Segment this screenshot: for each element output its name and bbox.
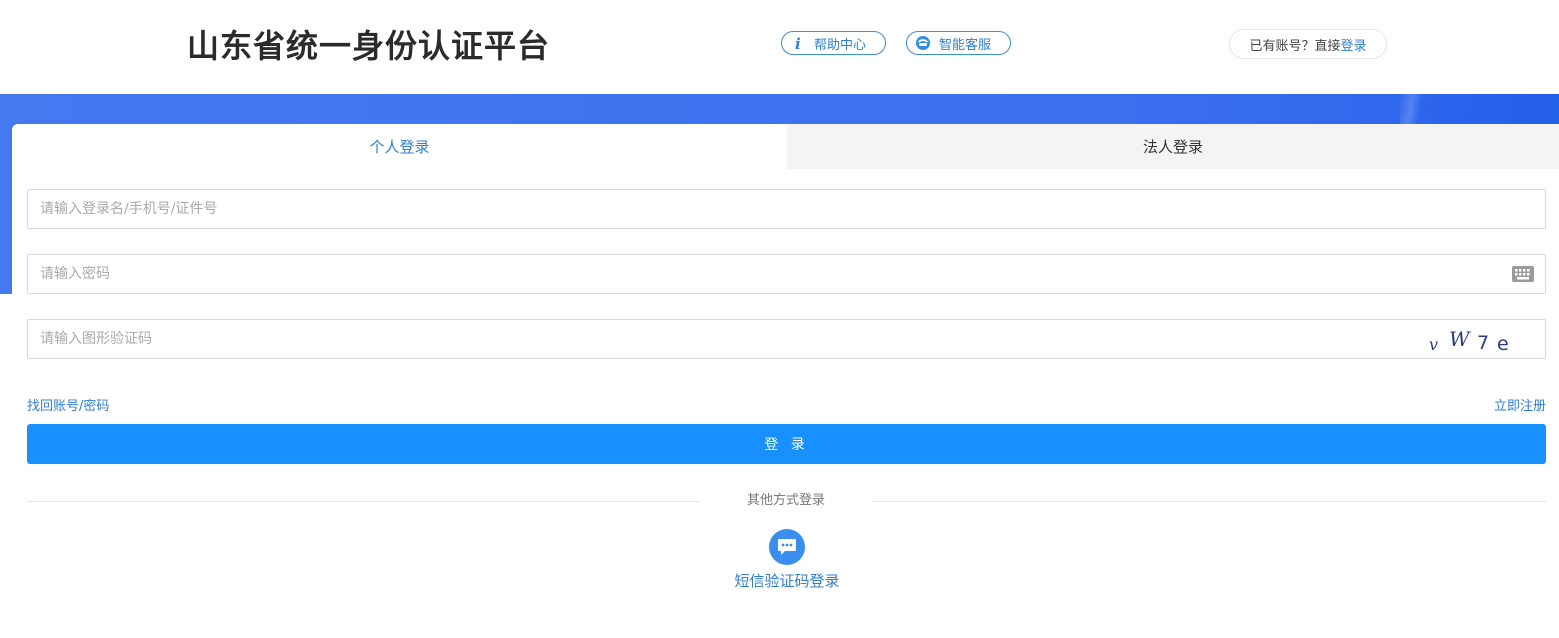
password-input[interactable]	[28, 255, 1545, 293]
captcha-image[interactable]: v W 7 e	[1425, 324, 1525, 356]
sms-icon-circle	[769, 529, 805, 565]
account-login-prompt: 已有账号？直接 登录	[1229, 29, 1387, 59]
username-field-wrapper	[27, 189, 1546, 229]
keyboard-icon[interactable]	[1512, 266, 1534, 282]
banner-accent	[1400, 94, 1559, 126]
divider-line-right	[872, 501, 1546, 502]
register-link[interactable]: 立即注册	[1494, 395, 1546, 414]
info-icon: i	[795, 35, 801, 51]
captcha-input[interactable]	[28, 320, 1545, 358]
captcha-char-1: v	[1429, 335, 1438, 354]
sms-login-label: 短信验证码登录	[734, 572, 840, 590]
username-input[interactable]	[28, 190, 1545, 228]
captcha-field-wrapper: v W 7 e	[27, 319, 1546, 359]
account-prompt-text: 已有账号？直接	[1249, 38, 1341, 54]
divider-line-left	[27, 501, 700, 502]
help-center-label: 帮助中心	[814, 37, 867, 53]
smart-service-button[interactable]: 智能客服	[906, 31, 1011, 55]
captcha-char-3: 7	[1477, 332, 1489, 354]
tab-personal-login[interactable]: 个人登录	[12, 124, 787, 169]
other-login-divider: 其他方式登录	[27, 491, 1546, 511]
site-title: 山东省统一身份认证平台	[187, 27, 551, 65]
help-center-button[interactable]: i 帮助中心	[781, 31, 886, 55]
header-login-link[interactable]: 登录	[1341, 35, 1367, 54]
login-card: 个人登录 法人登录 v W 7 e 找回账号/密码 立即注册	[12, 124, 1559, 638]
captcha-char-4: e	[1497, 333, 1509, 355]
chat-bot-icon	[916, 36, 930, 50]
tab-legal-person-login[interactable]: 法人登录	[787, 124, 1559, 169]
page-header: 山东省统一身份认证平台 i 帮助中心 智能客服 已有账号？直接 登录	[0, 0, 1559, 94]
login-button[interactable]: 登 录	[27, 424, 1546, 464]
password-field-wrapper	[27, 254, 1546, 294]
smart-service-label: 智能客服	[939, 37, 992, 53]
captcha-char-2: W	[1449, 327, 1471, 351]
auxiliary-links: 找回账号/密码 立即注册	[27, 395, 1546, 415]
message-bubble-icon	[778, 539, 796, 555]
login-tabs: 个人登录 法人登录	[12, 124, 1559, 169]
sms-login-option[interactable]: 短信验证码登录	[734, 529, 840, 593]
forgot-account-password-link[interactable]: 找回账号/密码	[27, 395, 109, 414]
svg-text:i: i	[795, 35, 801, 51]
other-login-text: 其他方式登录	[746, 493, 825, 508]
